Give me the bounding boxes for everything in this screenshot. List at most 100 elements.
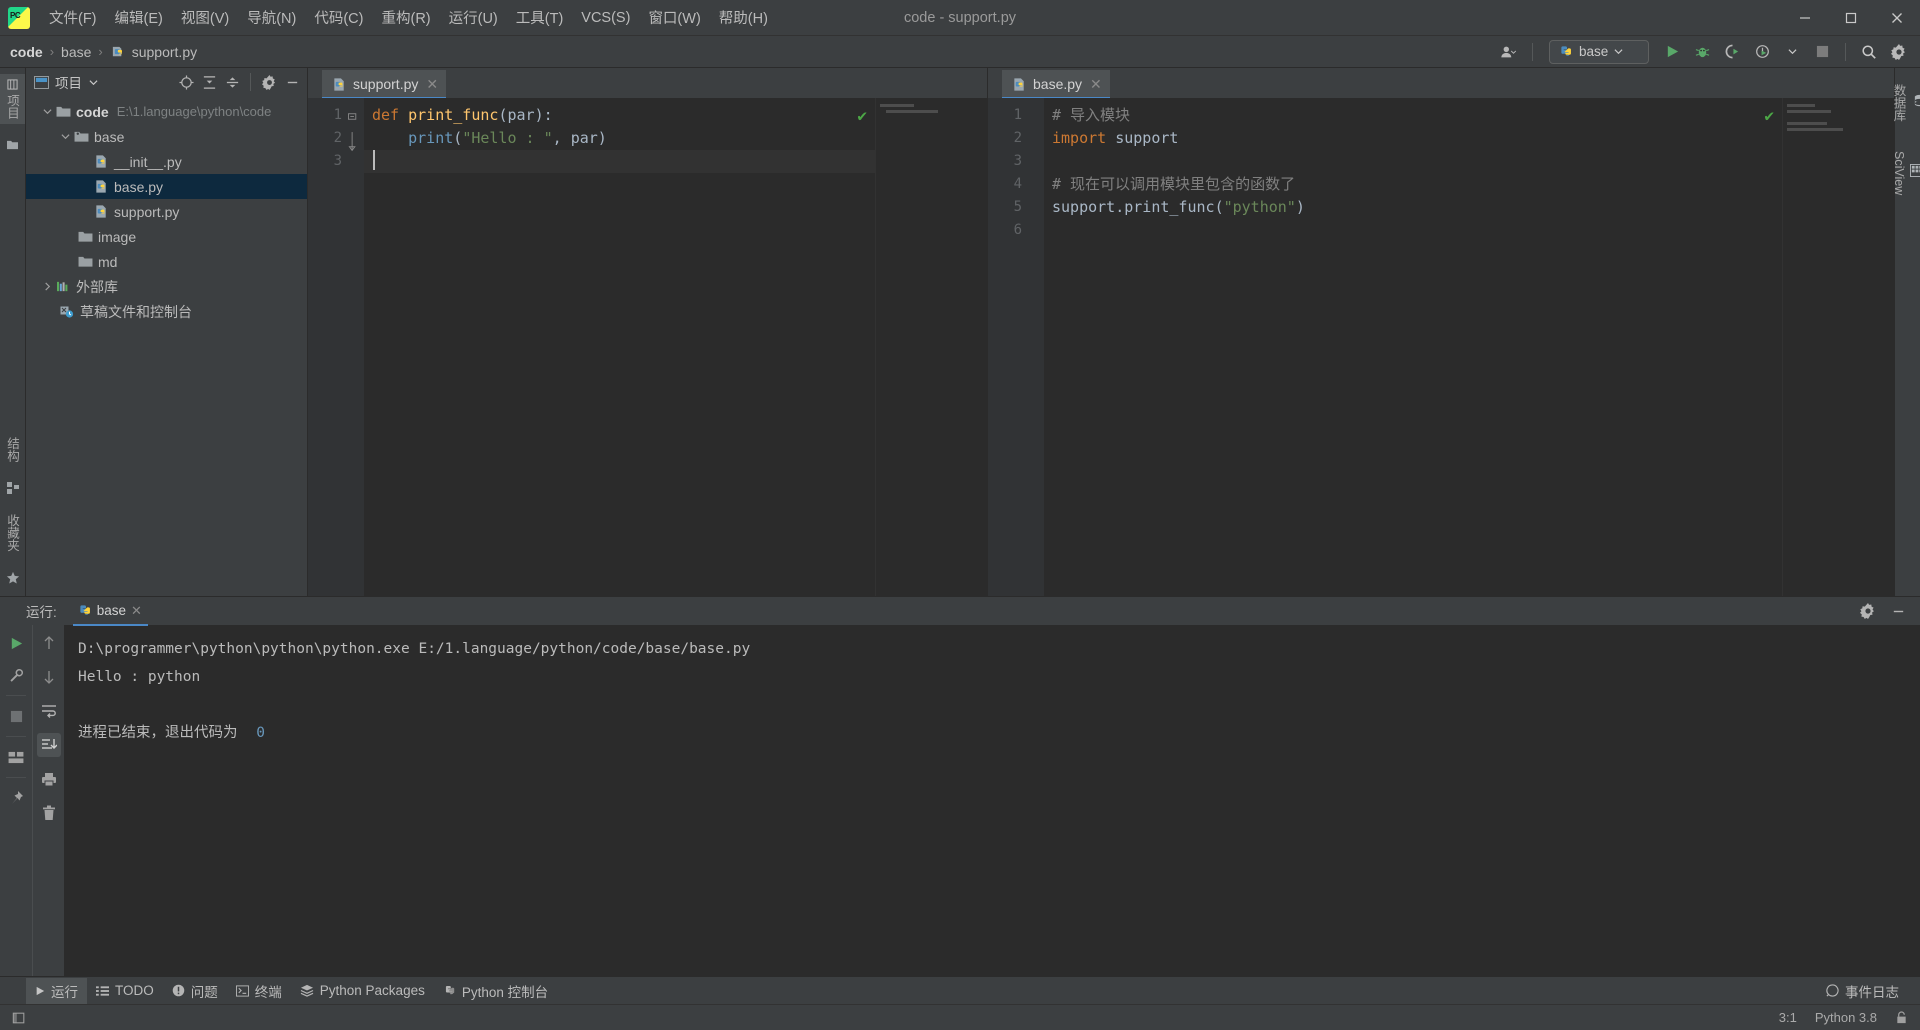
event-log-button[interactable]: 事件日志 [1817, 978, 1908, 1004]
expand-all-icon[interactable] [198, 71, 220, 93]
menu-window[interactable]: 窗口(W) [639, 3, 709, 32]
profile-button[interactable] [1749, 40, 1775, 64]
menu-file[interactable]: 文件(F) [40, 3, 106, 32]
tree-row-init-py[interactable]: __init__.py [26, 149, 307, 174]
sidebar-item-project[interactable]: 项目 [0, 74, 25, 124]
tree-row-scratches[interactable]: 草稿文件和控制台 [26, 299, 307, 324]
tree-row-external-libraries[interactable]: 外部库 [26, 274, 307, 299]
code-line: import support [1044, 127, 1782, 150]
star-icon[interactable] [3, 566, 23, 590]
code-area-right[interactable]: ✔ # 导入模块 import support # 现在可以调用模块里包含的函数了… [1044, 98, 1782, 596]
chevron-right-icon[interactable] [40, 280, 54, 294]
gear-icon[interactable] [1856, 599, 1880, 623]
close-button[interactable] [1874, 0, 1920, 36]
menu-edit[interactable]: 编辑(E) [106, 3, 172, 32]
fold-marker-icon[interactable] [347, 110, 359, 122]
tree-label: support.py [114, 203, 180, 220]
wrench-icon[interactable] [4, 663, 28, 687]
hide-panel-icon[interactable] [281, 71, 303, 93]
run-button[interactable] [1659, 40, 1685, 64]
tree-row-image[interactable]: image [26, 224, 307, 249]
tree-row-support-py[interactable]: support.py [26, 199, 307, 224]
sidebar-item-favorites[interactable]: 收藏夹 [0, 509, 25, 557]
bottom-tab-label: Python 控制台 [461, 984, 549, 1000]
collapse-all-icon[interactable] [221, 71, 243, 93]
chevron-down-icon[interactable] [40, 105, 54, 119]
up-arrow-icon[interactable] [37, 631, 61, 655]
run-console-output[interactable]: D:\programmer\python\python\python.exe E… [64, 625, 1920, 976]
scroll-to-end-icon[interactable] [36, 733, 61, 757]
menu-vcs[interactable]: VCS(S) [572, 6, 639, 30]
bottom-tab-todo[interactable]: TODO [87, 978, 163, 1004]
minimize-button[interactable] [1782, 0, 1828, 36]
toolbar-divider-2 [1845, 42, 1846, 61]
breadcrumb-project[interactable]: code [10, 44, 43, 60]
code-token: "python" [1223, 198, 1296, 216]
rerun-icon[interactable] [4, 631, 28, 655]
layout-icon[interactable] [4, 745, 28, 769]
run-configuration-selector[interactable]: base [1549, 39, 1649, 64]
pin-icon[interactable] [4, 786, 28, 810]
structure-icon[interactable] [4, 477, 22, 499]
minimize-icon[interactable] [1886, 599, 1910, 623]
close-icon[interactable]: ✕ [131, 603, 142, 619]
stop-button[interactable] [1809, 40, 1835, 64]
menu-navigate[interactable]: 导航(N) [238, 3, 305, 32]
tree-row-code[interactable]: code E:\1.language\python\code [26, 99, 307, 124]
run-toolbar-right [32, 625, 64, 976]
minimap-right[interactable] [1782, 98, 1894, 596]
toggle-panels-icon[interactable] [12, 1011, 26, 1025]
caret-position[interactable]: 3:1 [1779, 1010, 1797, 1025]
sidebar-item-folder[interactable] [3, 134, 22, 155]
coverage-button[interactable] [1719, 40, 1745, 64]
toolbar-right: base [1496, 39, 1920, 64]
menu-help[interactable]: 帮助(H) [710, 3, 777, 32]
tree-label: md [98, 253, 118, 270]
bottom-tab-python-console[interactable]: Python 控制台 [434, 978, 557, 1004]
tree-row-md[interactable]: md [26, 249, 307, 274]
debug-button[interactable] [1689, 40, 1715, 64]
event-log-icon [1826, 984, 1839, 997]
menu-code[interactable]: 代码(C) [305, 3, 372, 32]
interpreter-label[interactable]: Python 3.8 [1815, 1010, 1877, 1025]
menu-view[interactable]: 视图(V) [172, 3, 238, 32]
run-tab-base[interactable]: base ✕ [72, 600, 149, 626]
sidebar-item-structure[interactable]: 结构 [0, 432, 25, 467]
close-icon[interactable]: ✕ [1090, 76, 1102, 93]
tab-base-py[interactable]: base.py ✕ [1002, 70, 1110, 100]
code-token: support [1052, 198, 1116, 216]
bottom-tab-run[interactable]: 运行 [26, 977, 87, 1004]
locate-icon[interactable] [175, 71, 197, 93]
settings-icon[interactable] [1886, 40, 1912, 64]
trash-icon[interactable] [37, 801, 61, 825]
run-panel-body: D:\programmer\python\python\python.exe E… [0, 625, 1920, 976]
stop-icon[interactable] [4, 704, 28, 728]
menu-refactor[interactable]: 重构(R) [372, 3, 439, 32]
close-icon[interactable]: ✕ [426, 76, 438, 93]
settings-icon[interactable] [258, 71, 280, 93]
user-icon[interactable] [1496, 40, 1522, 64]
menu-run[interactable]: 运行(U) [440, 3, 507, 32]
bottom-tab-problems[interactable]: 问题 [163, 978, 227, 1004]
search-icon[interactable] [1856, 40, 1882, 64]
breadcrumb-folder[interactable]: base [61, 44, 91, 60]
breadcrumb-file[interactable]: support.py [132, 44, 197, 60]
menu-tools[interactable]: 工具(T) [507, 3, 573, 32]
library-icon [54, 280, 72, 293]
code-area-left[interactable]: ✔ def print_func(par): print("Hello : ",… [364, 98, 875, 596]
print-icon[interactable] [37, 767, 61, 791]
minimap-left[interactable] [875, 98, 987, 596]
lock-icon[interactable] [1895, 1010, 1908, 1025]
database-icon [1914, 94, 1920, 106]
bottom-tab-python-packages[interactable]: Python Packages [291, 978, 434, 1004]
tree-row-base-py[interactable]: base.py [26, 174, 307, 199]
chevron-down-icon[interactable] [58, 130, 72, 144]
soft-wrap-icon[interactable] [37, 699, 61, 723]
editor-pane-right: base.py ✕ 1 2 3 4 5 6 ✔ # 导入模块 import su… [988, 68, 1894, 596]
down-arrow-icon[interactable] [37, 665, 61, 689]
tree-row-base-folder[interactable]: base [26, 124, 307, 149]
bottom-tab-terminal[interactable]: 终端 [227, 978, 291, 1004]
tab-support-py[interactable]: support.py ✕ [322, 70, 447, 100]
maximize-button[interactable] [1828, 0, 1874, 36]
chevron-down-icon[interactable] [1779, 40, 1805, 64]
